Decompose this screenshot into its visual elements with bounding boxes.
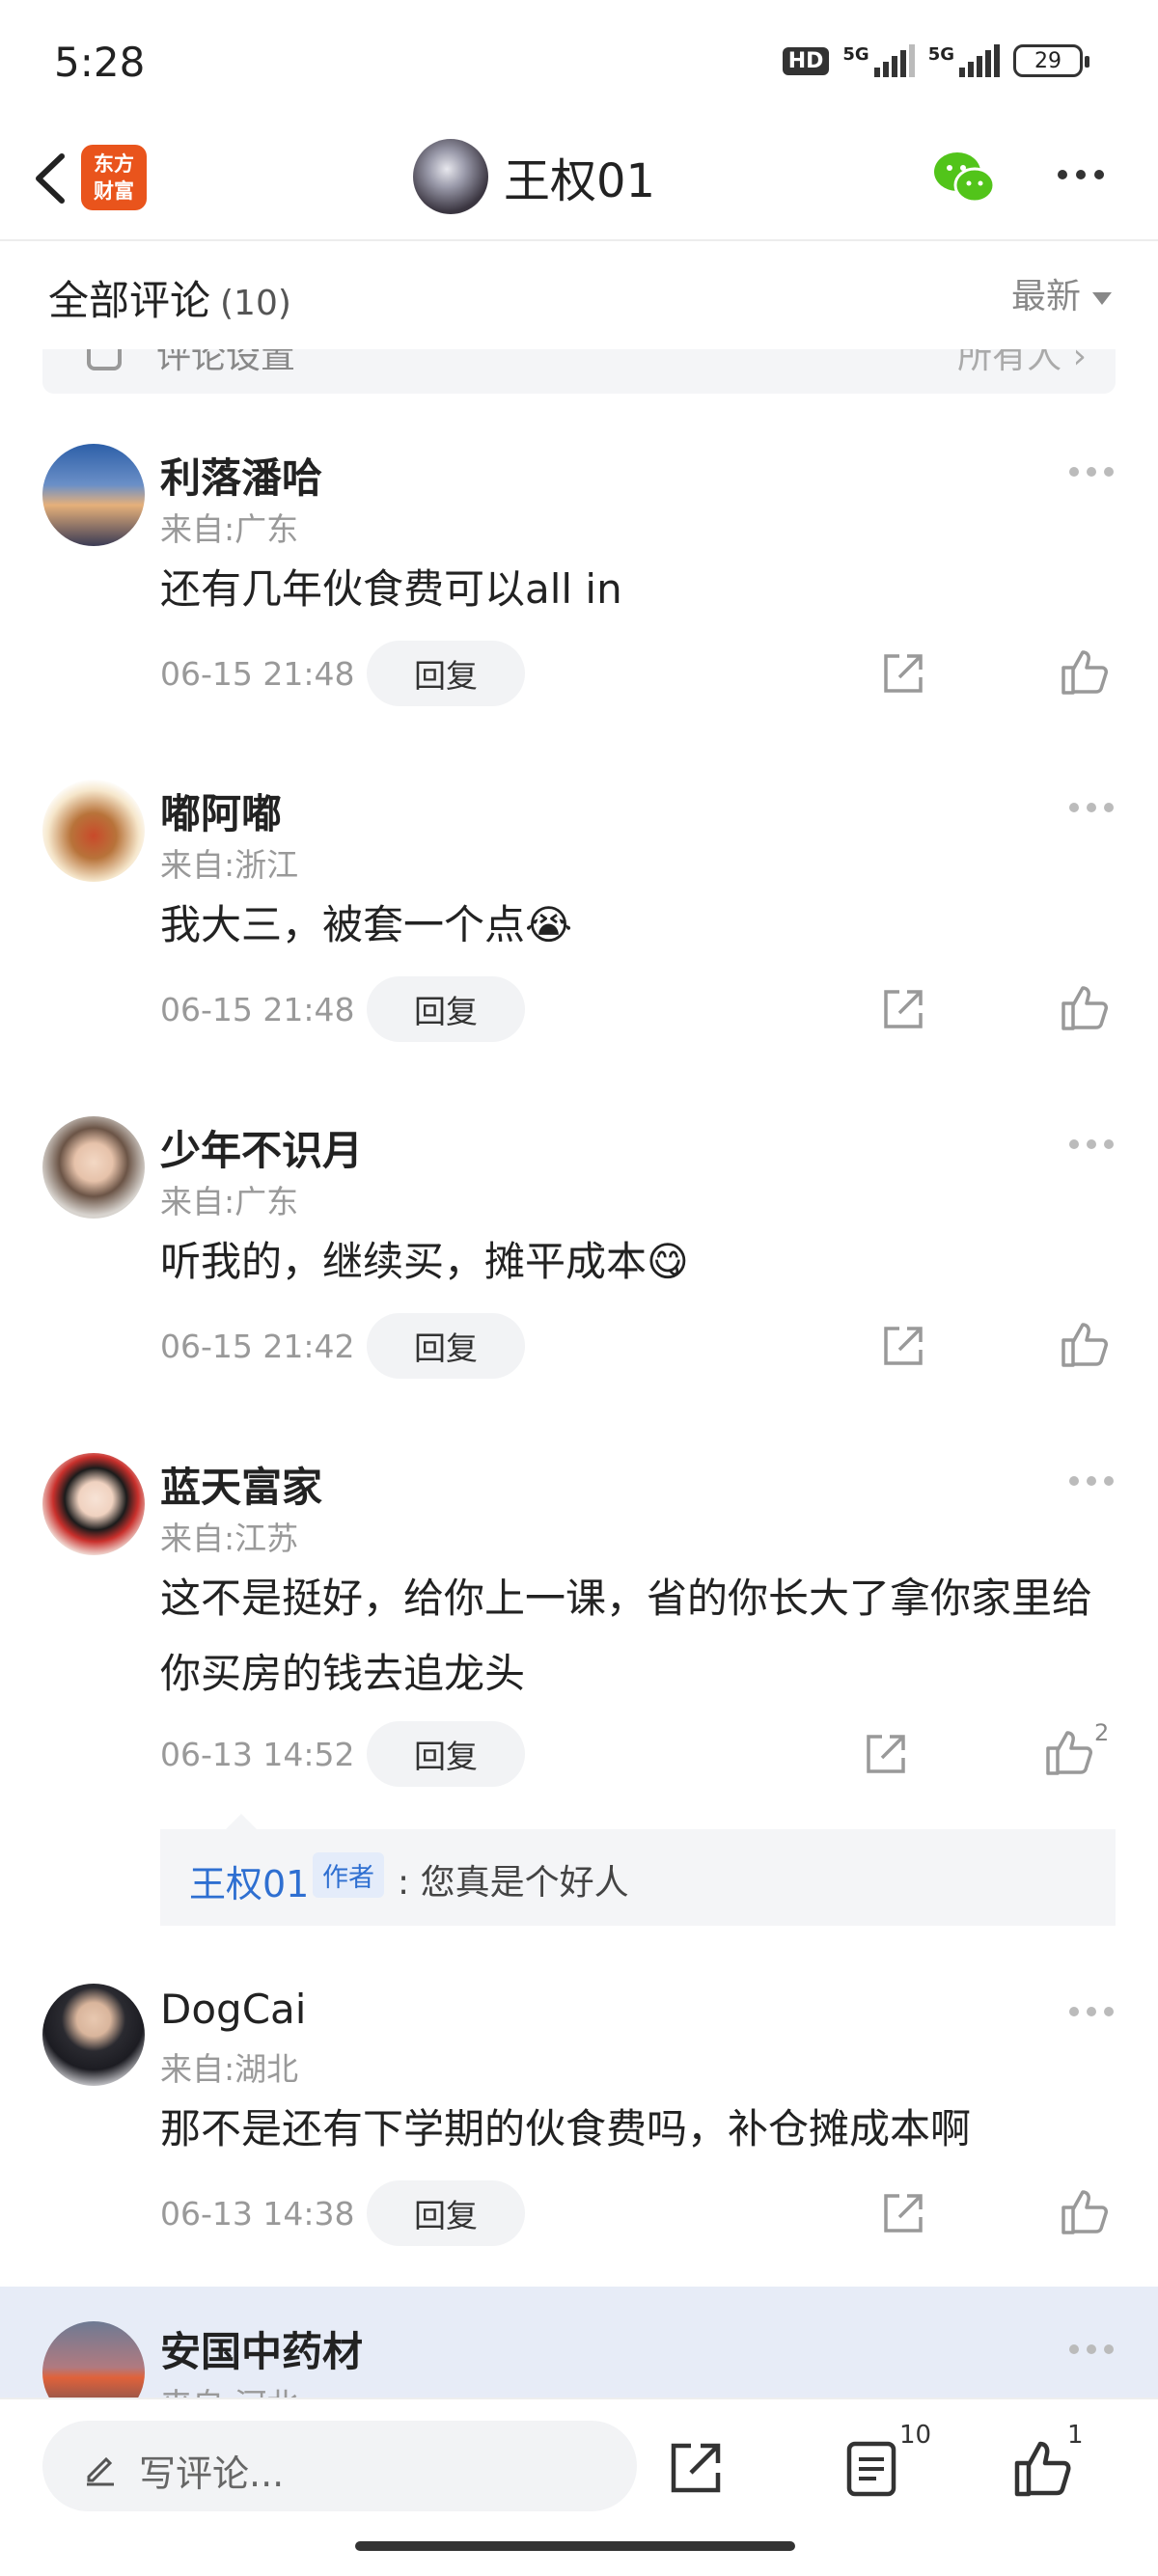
- comment-meta: 06-13 14:38 回复: [160, 2180, 525, 2246]
- battery-icon: 29: [1013, 44, 1089, 77]
- comment-date: 06-13 14:52: [160, 1735, 355, 1773]
- user-name[interactable]: 蓝天富家: [160, 1455, 322, 1514]
- user-name[interactable]: 少年不识月: [160, 1118, 363, 1177]
- share-icon[interactable]: [880, 2190, 926, 2236]
- share-icon[interactable]: [880, 986, 926, 1032]
- comment-more-icon[interactable]: [1069, 803, 1114, 812]
- thumbs-up-icon[interactable]: [1060, 2186, 1110, 2236]
- thumbs-up-icon[interactable]: [1060, 1319, 1110, 1369]
- comment-text: 听我的，继续买，摊平成本😋: [160, 1238, 689, 1285]
- thumbs-up-icon[interactable]: [1060, 982, 1110, 1032]
- eastmoney-logo[interactable]: 东方 财富: [81, 145, 147, 210]
- comment-settings-bar[interactable]: 评论设置 所有人 ›: [42, 349, 1116, 394]
- like-count: 2: [1094, 1719, 1110, 1746]
- user-location: 来自:江苏: [160, 1520, 299, 1557]
- settings-icon: [87, 349, 122, 370]
- user-location: 来自:广东: [160, 1183, 299, 1220]
- comment-more-icon[interactable]: [1069, 2007, 1114, 2016]
- more-options-icon[interactable]: [1058, 170, 1104, 179]
- highlighted-comment[interactable]: 安国中药材 来自:河北: [0, 2287, 1158, 2424]
- reply-button[interactable]: 回复: [367, 1721, 525, 1787]
- user-avatar[interactable]: [42, 1116, 145, 1219]
- comments-section-header: 全部评论 (10) 最新: [0, 243, 1158, 349]
- author-badge: 作者: [313, 1852, 384, 1898]
- user-avatar[interactable]: [42, 444, 145, 546]
- wechat-share-icon[interactable]: [932, 149, 996, 206]
- page-title[interactable]: 王权01: [504, 143, 655, 210]
- comment-text: 还有几年伙食费可以all in: [160, 565, 622, 613]
- comment-date: 06-15 21:48: [160, 654, 355, 693]
- thumbs-up-icon[interactable]: [1060, 646, 1110, 697]
- share-icon[interactable]: [666, 2438, 726, 2498]
- user-avatar[interactable]: [42, 780, 145, 882]
- user-name[interactable]: 安国中药材: [160, 2319, 363, 2378]
- comment-text: 我大三，被套一个点😭: [160, 901, 573, 948]
- back-arrow-icon[interactable]: [23, 145, 81, 212]
- share-icon[interactable]: [880, 1323, 926, 1369]
- user-name[interactable]: 嘟阿嘟: [160, 781, 282, 840]
- pencil-icon: [87, 2456, 114, 2486]
- share-icon[interactable]: [880, 650, 926, 697]
- user-location: 来自:湖北: [160, 2050, 299, 2088]
- hd-icon: HD: [782, 46, 830, 75]
- sort-dropdown[interactable]: 最新: [1011, 268, 1112, 318]
- comment-meta: 06-15 21:48 回复: [160, 641, 525, 706]
- signal-icon-1: 5G: [842, 44, 915, 77]
- reply-author-name[interactable]: 王权01: [189, 1854, 309, 1907]
- caret-down-icon: [1092, 291, 1112, 305]
- user-location: 来自:广东: [160, 510, 299, 548]
- top-nav-bar: 东方 财富 王权01: [0, 125, 1158, 241]
- comment-date: 06-15 21:42: [160, 1327, 355, 1365]
- comment-date: 06-15 21:48: [160, 990, 355, 1028]
- comment-more-icon[interactable]: [1069, 2344, 1114, 2354]
- reply-text: : 您真是个好人: [398, 1863, 629, 1903]
- reply-button[interactable]: 回复: [367, 1313, 525, 1379]
- write-comment-placeholder: 写评论...: [139, 2453, 285, 2495]
- user-name[interactable]: 利落潘哈: [160, 446, 322, 505]
- comment-text: 那不是还有下学期的伙食费吗，补仓摊成本啊: [160, 2105, 972, 2152]
- user-location: 来自:浙江: [160, 846, 299, 884]
- comments-title: 全部评论 (10): [48, 277, 291, 324]
- comment-date: 06-13 14:38: [160, 2194, 355, 2233]
- status-icons: HD 5G 5G 29: [782, 44, 1089, 77]
- share-icon[interactable]: [863, 1731, 909, 1777]
- signal-icon-2: 5G: [928, 44, 1000, 77]
- comment-more-icon[interactable]: [1069, 1139, 1114, 1149]
- author-avatar[interactable]: [413, 139, 488, 214]
- status-bar: 5:28 HD 5G 5G 29: [0, 0, 1158, 125]
- user-name[interactable]: DogCai: [160, 1986, 306, 2033]
- thumbs-up-icon[interactable]: [1013, 2438, 1073, 2498]
- reply-button[interactable]: 回复: [367, 641, 525, 706]
- comment-more-icon[interactable]: [1069, 1476, 1114, 1486]
- home-indicator[interactable]: [355, 2541, 795, 2551]
- comment-more-icon[interactable]: [1069, 467, 1114, 477]
- comment-meta: 06-13 14:52 回复: [160, 1721, 525, 1787]
- comment-meta: 06-15 21:48 回复: [160, 976, 525, 1042]
- write-comment-input[interactable]: 写评论...: [42, 2421, 637, 2511]
- comment-text: 这不是挺好，给你上一课，省的你长大了拿你家里给你买房的钱去追龙头: [160, 1575, 1093, 1697]
- user-avatar[interactable]: [42, 1453, 145, 1555]
- reply-button[interactable]: 回复: [367, 2180, 525, 2246]
- comment-count-badge: 10: [899, 2421, 932, 2450]
- reply-button[interactable]: 回复: [367, 976, 525, 1042]
- author-reply-box[interactable]: 王权01 作者 : 您真是个好人: [160, 1814, 1116, 1926]
- thumbs-up-icon[interactable]: [1044, 1727, 1094, 1777]
- user-avatar[interactable]: [42, 1984, 145, 2086]
- comment-meta: 06-15 21:42 回复: [160, 1313, 525, 1379]
- like-count-badge: 1: [1067, 2421, 1084, 2450]
- status-time: 5:28: [54, 39, 146, 86]
- comments-list-icon[interactable]: [843, 2438, 903, 2498]
